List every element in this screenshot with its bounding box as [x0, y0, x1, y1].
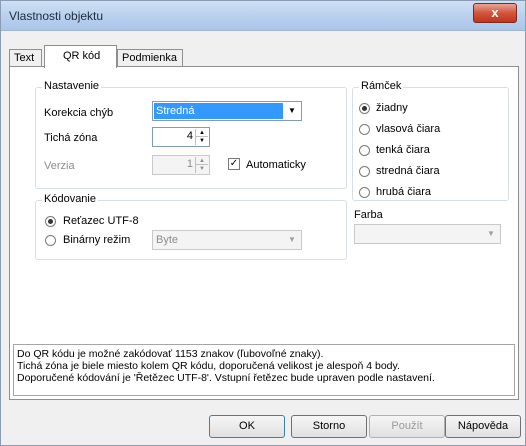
frame-option-none: žiadny: [376, 102, 408, 114]
version-label: Verzia: [44, 160, 75, 172]
chevron-down-icon: ▼: [288, 106, 296, 115]
binary-mode-select[interactable]: Byte ▼: [152, 230, 302, 250]
title-bar[interactable]: Vlastnosti objektu x: [1, 1, 525, 31]
frame-option-medium: stredná čiara: [376, 165, 440, 177]
frame-group-title: Rámček: [359, 80, 404, 92]
frame-radio-thin[interactable]: [359, 145, 370, 156]
dialog-window: Vlastnosti objektu x Text QR kód Podmien…: [0, 0, 526, 446]
info-line: Do QR kódu je možné zakódovať 1153 znako…: [17, 348, 324, 360]
info-line: Tichá zóna je biele miesto kolem QR kódu…: [17, 360, 400, 372]
settings-group-title: Nastavenie: [42, 80, 102, 92]
auto-checkbox[interactable]: ✓: [228, 158, 240, 170]
tab-text[interactable]: Text: [9, 49, 42, 67]
error-correction-label: Korekcia chýb: [44, 107, 114, 119]
frame-radio-hairline[interactable]: [359, 124, 370, 135]
chevron-down-icon: ▼: [487, 229, 495, 238]
quiet-zone-stepper[interactable]: 4 ▲ ▼: [152, 127, 210, 147]
close-icon: x: [491, 5, 499, 20]
window-title: Vlastnosti objektu: [9, 9, 104, 23]
utf8-radio[interactable]: [45, 216, 56, 227]
binary-mode-value: Byte: [156, 234, 179, 246]
color-select[interactable]: ▼: [354, 224, 501, 244]
tab-qr-code[interactable]: QR kód: [44, 45, 117, 68]
close-button[interactable]: x: [473, 3, 517, 23]
frame-radio-medium[interactable]: [359, 166, 370, 177]
info-line: Doporučené kódování je 'Řetězec UTF-8'. …: [17, 372, 435, 384]
quiet-zone-spin-buttons: ▲ ▼: [195, 129, 208, 145]
binary-label: Binárny režim: [63, 234, 131, 246]
help-button[interactable]: Nápověda: [445, 415, 521, 438]
frame-option-hairline: vlasová čiara: [376, 123, 441, 135]
quiet-zone-label: Tichá zóna: [44, 132, 98, 144]
cancel-button[interactable]: Storno: [291, 415, 367, 438]
apply-button[interactable]: Použít: [369, 415, 445, 438]
frame-option-thin: tenká čiara: [376, 144, 430, 156]
frame-radio-thick[interactable]: [359, 187, 370, 198]
version-value: 1: [186, 158, 193, 170]
frame-radio-none[interactable]: [359, 103, 370, 114]
encoding-group-title: Kódovanie: [42, 193, 98, 205]
utf8-label: Reťazec UTF-8: [63, 215, 139, 227]
version-stepper[interactable]: 1 ▲ ▼: [152, 155, 210, 175]
error-correction-select[interactable]: Stredná ▼: [152, 101, 302, 121]
color-label: Farba: [354, 209, 383, 221]
ok-button[interactable]: OK: [209, 415, 285, 438]
binary-radio[interactable]: [45, 235, 56, 246]
spin-down-icon[interactable]: ▼: [195, 137, 208, 145]
version-spin-buttons: ▲ ▼: [195, 157, 208, 173]
spin-up-icon[interactable]: ▲: [195, 129, 208, 137]
tab-panel: Nastavenie Korekcia chýb Stredná ▼ Tichá…: [9, 66, 519, 400]
quiet-zone-value: 4: [186, 130, 193, 142]
spin-down-icon[interactable]: ▼: [195, 165, 208, 173]
spin-up-icon[interactable]: ▲: [195, 157, 208, 165]
chevron-down-icon: ▼: [288, 235, 296, 244]
tab-condition[interactable]: Podmienka: [117, 49, 183, 67]
color-value: [356, 226, 482, 242]
info-box: Do QR kódu je možné zakódovať 1153 znako…: [13, 344, 515, 396]
frame-option-thick: hrubá čiara: [376, 186, 432, 198]
error-correction-value: Stredná: [154, 103, 283, 119]
auto-label: Automaticky: [246, 159, 306, 171]
